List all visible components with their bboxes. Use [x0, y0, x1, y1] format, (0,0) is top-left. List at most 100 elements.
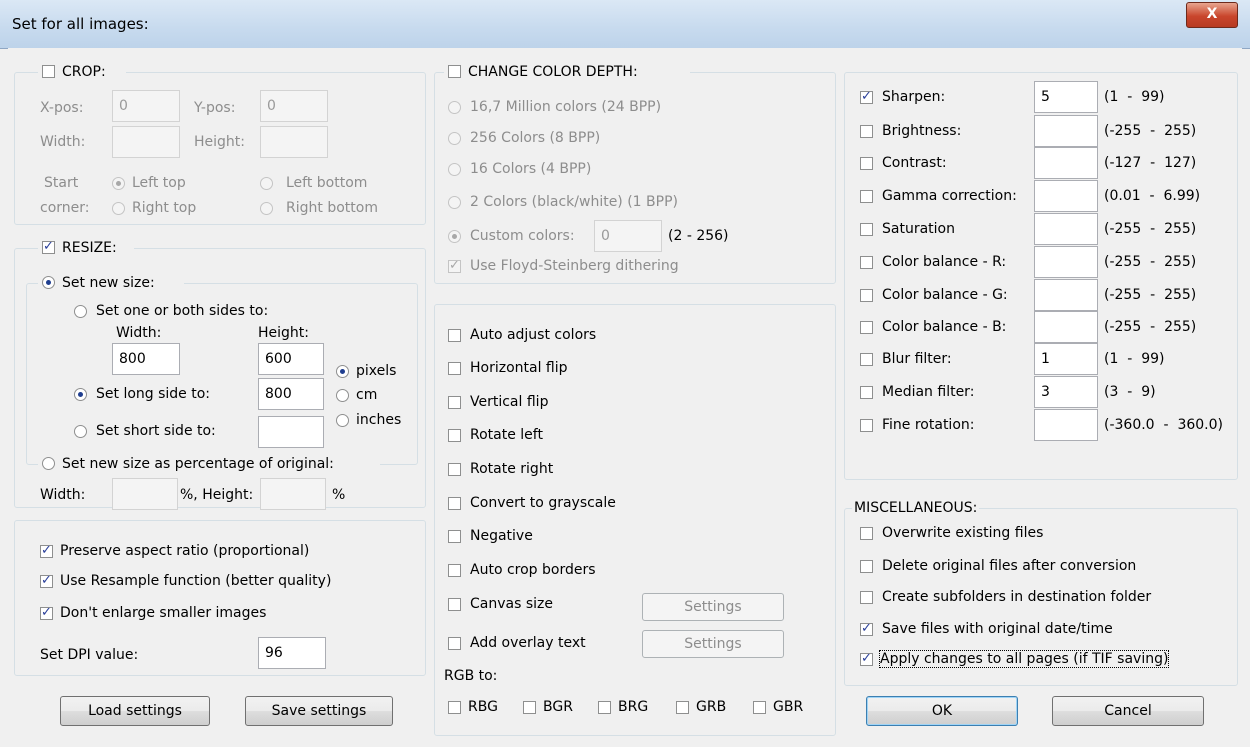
depth-4-radio[interactable] [448, 163, 461, 176]
depth-1-radio[interactable] [448, 196, 461, 209]
adjust-checkbox[interactable] [860, 157, 873, 170]
rotate-right-checkbox[interactable] [448, 463, 461, 476]
depth-8-label: 256 Colors (8 BPP) [470, 130, 601, 146]
depth-8-radio[interactable] [448, 132, 461, 145]
left-top-radio[interactable] [112, 177, 125, 190]
subfolders-checkbox[interactable] [860, 591, 873, 604]
adjust-checkbox[interactable] [860, 190, 873, 203]
adjust-label: Brightness: [882, 123, 962, 139]
unit-pixels-radio[interactable] [336, 365, 349, 378]
color-depth-checkbox[interactable] [448, 65, 461, 78]
overlay-settings-button[interactable]: Settings [642, 630, 784, 658]
pct-width-input[interactable] [112, 478, 178, 510]
adjust-checkbox[interactable] [860, 321, 873, 334]
rgb-rbg-checkbox[interactable] [448, 701, 461, 714]
overwrite-checkbox[interactable] [860, 527, 873, 540]
adjust-value-input[interactable]: 1 [1034, 343, 1098, 375]
all-pages-checkbox[interactable] [860, 651, 873, 666]
adjust-value-input[interactable] [1034, 246, 1098, 278]
delete-original-label: Delete original files after conversion [882, 558, 1137, 574]
adjust-checkbox[interactable] [860, 353, 873, 366]
rgb-brg-checkbox[interactable] [598, 701, 611, 714]
adjust-value-input[interactable] [1034, 279, 1098, 311]
rotate-left-checkbox[interactable] [448, 429, 461, 442]
unit-cm-radio[interactable] [336, 389, 349, 402]
left-bottom-label: Left bottom [286, 175, 368, 191]
right-top-radio[interactable] [112, 202, 125, 215]
auto-adjust-checkbox[interactable] [448, 329, 461, 342]
close-button[interactable]: X [1186, 2, 1238, 28]
adjust-value-input[interactable]: 3 [1034, 376, 1098, 408]
canvas-size-checkbox[interactable] [448, 598, 461, 611]
negative-checkbox[interactable] [448, 530, 461, 543]
resize-height-input[interactable]: 600 [258, 343, 324, 375]
grayscale-checkbox[interactable] [448, 497, 461, 510]
overlay-text-checkbox[interactable] [448, 637, 461, 650]
adjust-value-input[interactable] [1034, 147, 1098, 179]
adjust-checkbox[interactable] [860, 223, 873, 236]
unit-inches-radio[interactable] [336, 414, 349, 427]
crop-width-input[interactable] [112, 126, 180, 158]
adjust-range: (-360.0 - 360.0) [1104, 417, 1223, 433]
dpi-input[interactable]: 96 [258, 637, 326, 669]
long-side-input[interactable]: 800 [258, 378, 324, 410]
adjust-label: Contrast: [882, 155, 947, 171]
rgb-to-label: RGB to: [444, 668, 498, 684]
autocrop-checkbox[interactable] [448, 564, 461, 577]
long-side-label: Set long side to: [96, 386, 211, 402]
dither-checkbox[interactable] [448, 258, 461, 273]
adjust-value-input[interactable] [1034, 409, 1098, 441]
delete-original-checkbox[interactable] [860, 560, 873, 573]
crop-ypos-input[interactable]: 0 [260, 90, 328, 122]
adjust-label: Saturation [882, 221, 955, 237]
dont-enlarge-checkbox[interactable] [40, 605, 53, 620]
adjust-checkbox[interactable] [860, 256, 873, 269]
canvas-settings-button[interactable]: Settings [642, 593, 784, 621]
depth-24-radio[interactable] [448, 101, 461, 114]
rgb-bgr-checkbox[interactable] [523, 701, 536, 714]
set-new-size-radio[interactable] [42, 276, 55, 289]
use-resample-checkbox[interactable] [40, 573, 53, 588]
save-settings-button[interactable]: Save settings [245, 696, 393, 726]
crop-label: CROP: [62, 64, 106, 80]
short-side-radio[interactable] [74, 425, 87, 438]
load-settings-button[interactable]: Load settings [60, 696, 210, 726]
vflip-checkbox[interactable] [448, 396, 461, 409]
one-or-both-radio[interactable] [74, 305, 87, 318]
rgb-gbr-checkbox[interactable] [753, 701, 766, 714]
short-side-input[interactable] [258, 416, 324, 448]
preserve-aspect-checkbox[interactable] [40, 543, 53, 558]
adjust-value-input[interactable]: 5 [1034, 81, 1098, 113]
keep-date-checkbox[interactable] [860, 621, 873, 636]
cancel-button[interactable]: Cancel [1052, 696, 1204, 726]
long-side-radio[interactable] [74, 388, 87, 401]
resize-width-label: Width: [116, 325, 162, 341]
adjust-range: (-127 - 127) [1104, 155, 1197, 171]
adjust-checkbox[interactable] [860, 386, 873, 399]
adjust-value-input[interactable] [1034, 311, 1098, 343]
right-bottom-radio[interactable] [260, 202, 273, 215]
crop-height-label: Height: [194, 134, 245, 150]
negative-label: Negative [470, 528, 533, 544]
unit-pixels-label: pixels [356, 363, 397, 379]
adjust-value-input[interactable] [1034, 115, 1098, 147]
hflip-checkbox[interactable] [448, 362, 461, 375]
adjust-value-input[interactable] [1034, 213, 1098, 245]
crop-checkbox[interactable] [42, 65, 55, 78]
left-bottom-radio[interactable] [260, 177, 273, 190]
ok-button[interactable]: OK [866, 696, 1018, 726]
crop-height-input[interactable] [260, 126, 328, 158]
resize-checkbox[interactable] [42, 239, 55, 254]
crop-xpos-input[interactable]: 0 [112, 90, 180, 122]
rgb-grb-checkbox[interactable] [676, 701, 689, 714]
resize-width-input[interactable]: 800 [112, 343, 180, 375]
adjust-checkbox[interactable] [860, 89, 873, 104]
adjust-value-input[interactable] [1034, 180, 1098, 212]
pct-height-input[interactable] [260, 478, 326, 510]
custom-colors-radio[interactable] [448, 230, 461, 243]
percentage-radio[interactable] [42, 457, 55, 470]
adjust-checkbox[interactable] [860, 125, 873, 138]
adjust-checkbox[interactable] [860, 289, 873, 302]
custom-colors-input[interactable]: 0 [594, 220, 662, 252]
adjust-checkbox[interactable] [860, 419, 873, 432]
